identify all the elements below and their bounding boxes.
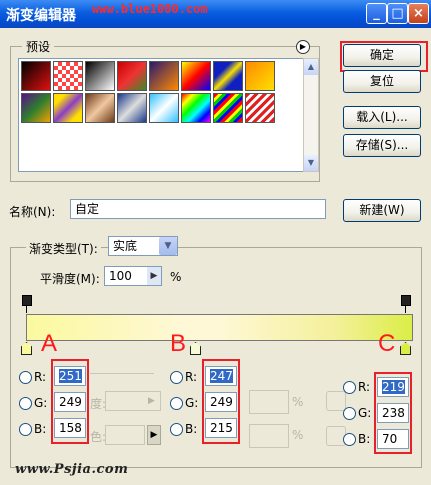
save-button[interactable]: 存储(S)... — [343, 134, 421, 157]
preset-swatch[interactable] — [117, 93, 147, 123]
opacity-stop-left[interactable] — [22, 295, 32, 306]
watermark-url: www.blue1000.com — [92, 2, 208, 16]
marker-a: A — [41, 330, 58, 357]
faded-location-input — [249, 390, 289, 414]
faded-color-arrow-icon: ▶ — [147, 425, 161, 445]
faded-location2-percent: % — [292, 428, 304, 442]
radio-r-c[interactable] — [343, 381, 356, 394]
radio-r-a[interactable] — [19, 371, 32, 384]
preset-swatch[interactable] — [245, 93, 275, 123]
preset-swatch[interactable] — [21, 61, 51, 91]
label-r-a: R: — [34, 370, 47, 384]
stop-c-g-input[interactable]: 238 — [377, 403, 409, 423]
label-r-c: R: — [358, 380, 371, 394]
presets-menu-icon[interactable]: ▶ — [296, 40, 310, 54]
stop-a-r-input[interactable]: 251 — [54, 366, 86, 386]
scroll-up-icon[interactable]: ▲ — [304, 59, 318, 75]
gradient-preview-bar[interactable] — [26, 314, 413, 341]
stop-b-g-input[interactable]: 249 — [205, 392, 237, 412]
maximize-icon[interactable]: □ — [387, 3, 408, 24]
radio-g-a[interactable] — [19, 397, 32, 410]
radio-b-a[interactable] — [19, 423, 32, 436]
preset-swatch[interactable] — [245, 61, 275, 91]
preset-swatch[interactable] — [149, 93, 179, 123]
window-title: 渐变编辑器 — [6, 8, 76, 24]
label-b-a: B: — [34, 422, 47, 436]
stop-c-r-value: 219 — [382, 380, 405, 394]
faded-color-label: 色: — [90, 430, 107, 444]
smoothness-value: 100 — [109, 269, 132, 283]
smoothness-unit: % — [170, 270, 182, 284]
stop-b-r-input[interactable]: 247 — [205, 366, 237, 386]
new-button[interactable]: 新建(W) — [343, 199, 421, 222]
preset-swatch[interactable] — [85, 61, 115, 91]
faded-arrow-icon: ▶ — [148, 396, 155, 406]
close-icon[interactable]: × — [408, 3, 429, 24]
stop-a-g-input[interactable]: 249 — [54, 392, 86, 412]
marker-c: C — [378, 330, 396, 357]
preset-swatch[interactable] — [149, 61, 179, 91]
faded-color-input — [105, 425, 145, 445]
load-button[interactable]: 载入(L)... — [343, 106, 421, 129]
marker-b: B — [170, 330, 187, 357]
faded-delete-button — [326, 391, 346, 411]
label-g-c: G: — [358, 406, 372, 420]
presets-scrollbar[interactable]: ▲ ▼ — [303, 58, 319, 172]
footer-watermark: www.Psjia.com — [15, 462, 129, 477]
label-b-c: B: — [358, 432, 371, 446]
stop-a-r-value: 251 — [59, 369, 82, 383]
preset-swatch[interactable] — [213, 61, 243, 91]
stop-c-r-input[interactable]: 219 — [377, 377, 409, 397]
faded-location2-input — [249, 424, 289, 448]
preset-swatch[interactable] — [213, 93, 243, 123]
radio-g-b[interactable] — [170, 397, 183, 410]
chevron-down-icon[interactable]: ▼ — [159, 237, 177, 255]
faded-location-percent: % — [292, 395, 304, 409]
preset-swatch[interactable] — [181, 61, 211, 91]
ok-button[interactable]: 确定 — [343, 44, 421, 67]
label-r-b: R: — [185, 370, 198, 384]
label-b-b: B: — [185, 422, 198, 436]
radio-b-b[interactable] — [170, 423, 183, 436]
minimize-icon[interactable]: _ — [366, 3, 387, 24]
opacity-stop-right[interactable] — [401, 295, 411, 306]
preset-swatch[interactable] — [181, 93, 211, 123]
opacity-stop-stem — [26, 306, 27, 313]
faded-opacity-label: 度: — [90, 397, 107, 411]
label-g-a: G: — [34, 396, 48, 410]
stop-a-b-input[interactable]: 158 — [54, 418, 86, 438]
preset-swatch[interactable] — [53, 61, 83, 91]
smoothness-arrow-icon[interactable]: ▶ — [147, 267, 161, 285]
stop-b-b-input[interactable]: 215 — [205, 418, 237, 438]
presets-label: 预设 — [22, 38, 55, 55]
preset-swatch[interactable] — [21, 93, 51, 123]
preset-swatch[interactable] — [53, 93, 83, 123]
scroll-down-icon[interactable]: ▼ — [304, 155, 318, 171]
preset-swatch[interactable] — [117, 61, 147, 91]
radio-b-c[interactable] — [343, 433, 356, 446]
name-label: 名称(N): — [9, 205, 56, 219]
presets-swatch-grid — [18, 58, 304, 172]
label-g-b: G: — [185, 396, 199, 410]
radio-g-c[interactable] — [343, 407, 356, 420]
radio-r-b[interactable] — [170, 371, 183, 384]
name-input[interactable]: 自定 — [70, 199, 326, 219]
gradient-type-label: 渐变类型(T): — [26, 240, 101, 257]
opacity-stop-stem — [405, 306, 406, 313]
gradient-type-value: 实底 — [113, 239, 138, 253]
stop-b-r-value: 247 — [210, 369, 233, 383]
faded-divider — [90, 373, 154, 374]
preset-swatch[interactable] — [85, 93, 115, 123]
smoothness-label: 平滑度(M): — [40, 272, 100, 286]
reset-button[interactable]: 复位 — [343, 70, 421, 93]
stop-c-b-input[interactable]: 70 — [377, 429, 409, 449]
